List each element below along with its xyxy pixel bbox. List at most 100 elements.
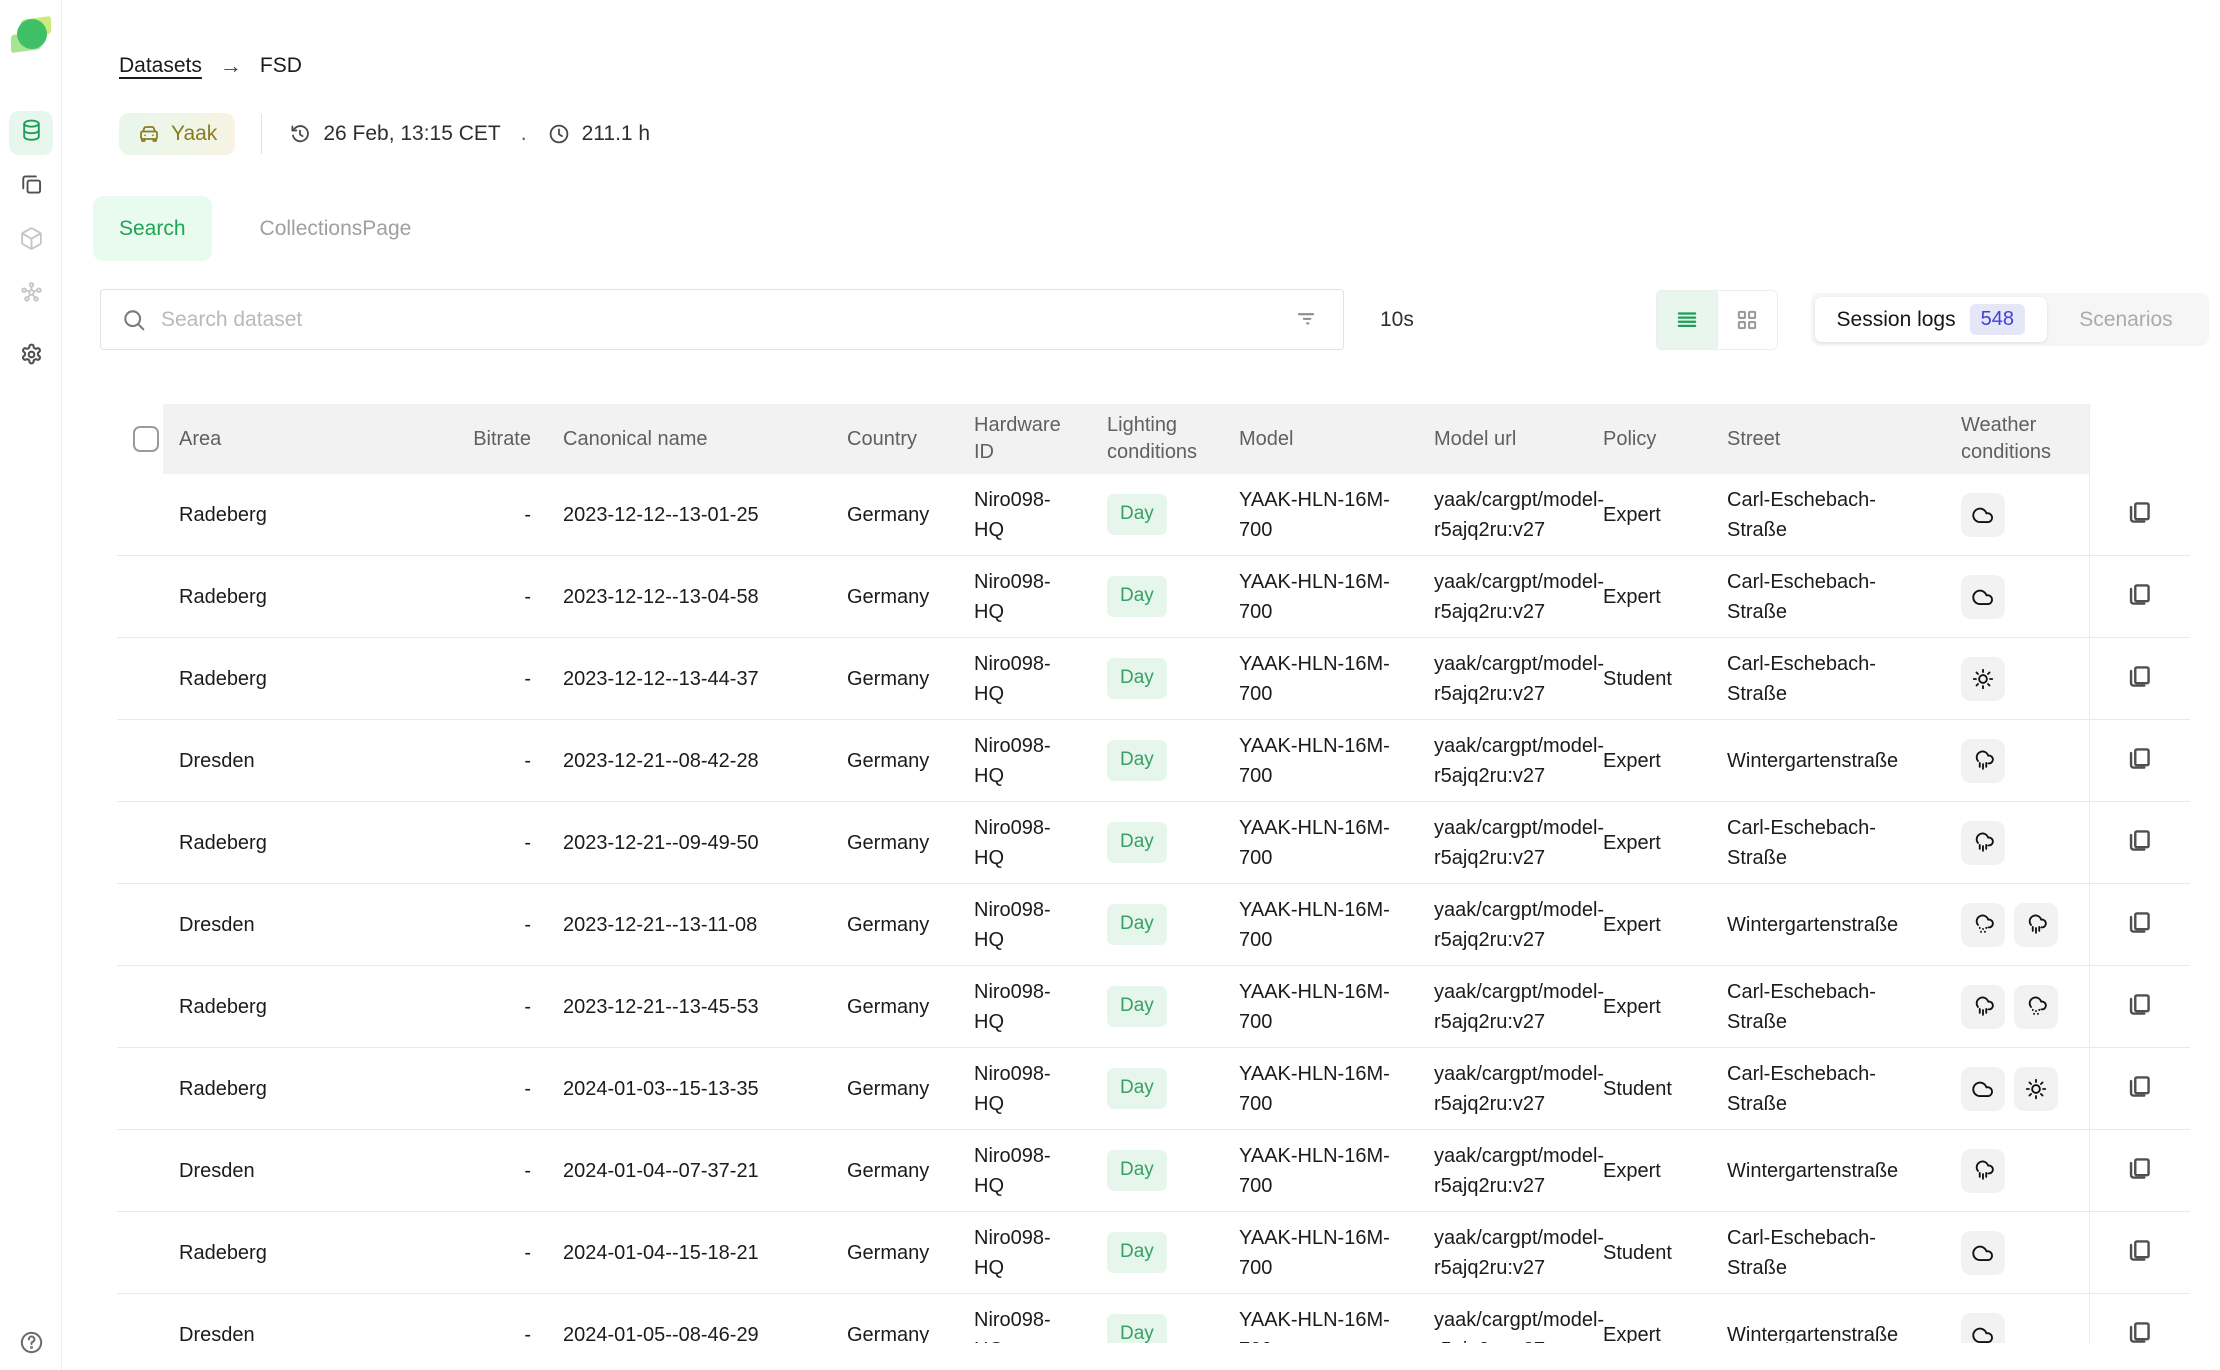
model-url-cell: yaak/cargpt/model-r5ajq2ru:v27 <box>1418 1212 1587 1294</box>
bitrate-cell: - <box>400 1294 547 1344</box>
copy-icon <box>2125 662 2154 691</box>
weather-cell <box>1945 1048 2089 1130</box>
lighting-cell: Day <box>1091 1212 1223 1294</box>
gear-icon <box>19 342 44 372</box>
sidebar-item-graph[interactable] <box>9 273 53 317</box>
policy-cell: Expert <box>1587 966 1711 1048</box>
bitrate-cell: - <box>400 1130 547 1212</box>
copy-icon <box>2125 1154 2154 1183</box>
sidebar-item-packages[interactable] <box>9 219 53 263</box>
country-cell: Germany <box>831 884 958 966</box>
table-body: Radeberg - 2023-12-12--13-01-25 Germany … <box>117 474 2190 1343</box>
model-cell: YAAK-HLN-16M-700 <box>1223 802 1418 884</box>
cloud-icon <box>1961 575 2005 619</box>
model-cell: YAAK-HLN-16M-700 <box>1223 556 1418 638</box>
lighting-badge: Day <box>1107 740 1167 781</box>
street-cell: Carl-Eschebach-Straße <box>1711 1048 1945 1130</box>
page-tabs: Search CollectionsPage <box>93 196 2190 261</box>
table-row[interactable]: Radeberg - 2023-12-12--13-44-37 Germany … <box>117 638 2190 720</box>
total-duration: 211.1 h <box>547 122 651 146</box>
row-select-cell <box>117 720 163 802</box>
list-view-button[interactable] <box>1657 291 1717 349</box>
column-header-lighting-conditions: Lighting conditions <box>1091 404 1223 474</box>
model-url-cell: yaak/cargpt/model-r5ajq2ru:v27 <box>1418 474 1587 556</box>
lighting-badge: Day <box>1107 1232 1167 1273</box>
copy-row-button[interactable] <box>2121 576 2158 613</box>
policy-cell: Expert <box>1587 884 1711 966</box>
street-cell: Wintergartenstraße <box>1711 1130 1945 1212</box>
vehicle-label: Yaak <box>171 122 217 146</box>
column-header-country: Country <box>831 404 958 474</box>
table-row[interactable]: Radeberg - 2024-01-03--15-13-35 Germany … <box>117 1048 2190 1130</box>
model-url-cell: yaak/cargpt/model-r5ajq2ru:v27 <box>1418 1048 1587 1130</box>
table-row[interactable]: Radeberg - 2023-12-21--09-49-50 Germany … <box>117 802 2190 884</box>
weather-cell <box>1945 884 2089 966</box>
scenarios-segment[interactable]: Scenarios <box>2047 297 2205 342</box>
breadcrumb-datasets-link[interactable]: Datasets <box>119 54 202 78</box>
main-content: Datasets → FSD Yaak 26 Feb, 13:15 CET . <box>62 0 2220 1343</box>
filter-icon[interactable] <box>1293 305 1323 335</box>
lighting-badge: Day <box>1107 576 1167 617</box>
area-cell: Radeberg <box>163 1212 400 1294</box>
cloud-drizzle-icon <box>1961 903 2005 947</box>
area-cell: Radeberg <box>163 474 400 556</box>
table-row[interactable]: Dresden - 2023-12-21--13-11-08 Germany N… <box>117 884 2190 966</box>
table-row[interactable]: Radeberg - 2024-01-04--15-18-21 Germany … <box>117 1212 2190 1294</box>
model-url-cell: yaak/cargpt/model-r5ajq2ru:v27 <box>1418 720 1587 802</box>
column-header-street: Street <box>1711 404 1945 474</box>
dataset-table-viewport: Area Bitrate Canonical name Country Hard… <box>117 404 2190 1343</box>
search-input[interactable] <box>161 308 1279 332</box>
sidebar-item-settings[interactable] <box>9 335 53 379</box>
copy-row-button[interactable] <box>2121 1068 2158 1105</box>
table-row[interactable]: Dresden - 2024-01-05--08-46-29 Germany N… <box>117 1294 2190 1344</box>
canonical-name-cell: 2023-12-12--13-04-58 <box>547 556 831 638</box>
select-all-checkbox[interactable] <box>133 426 159 452</box>
clock-icon <box>547 122 571 146</box>
copy-row-button[interactable] <box>2121 986 2158 1023</box>
column-header-hardware-id: Hardware ID <box>958 404 1091 474</box>
copy-row-button[interactable] <box>2121 740 2158 777</box>
divider <box>261 114 262 154</box>
result-type-switch: Session logs 548 Scenarios <box>1811 293 2209 346</box>
lighting-cell: Day <box>1091 556 1223 638</box>
recorded-at: 26 Feb, 13:15 CET <box>288 122 500 146</box>
table-row[interactable]: Radeberg - 2023-12-12--13-01-25 Germany … <box>117 474 2190 556</box>
tab-search[interactable]: Search <box>93 196 212 261</box>
country-cell: Germany <box>831 1212 958 1294</box>
grid-view-button[interactable] <box>1717 291 1777 349</box>
database-icon <box>19 118 44 148</box>
copy-row-button[interactable] <box>2121 1232 2158 1269</box>
sun-icon <box>2014 1067 2058 1111</box>
copy-row-button[interactable] <box>2121 658 2158 695</box>
copy-icon <box>2125 744 2154 773</box>
table-row[interactable]: Dresden - 2024-01-04--07-37-21 Germany N… <box>117 1130 2190 1212</box>
help-icon[interactable] <box>18 1329 45 1356</box>
area-cell: Radeberg <box>163 1048 400 1130</box>
copy-row-button[interactable] <box>2121 1150 2158 1187</box>
sidebar-item-collections[interactable] <box>9 165 53 209</box>
copy-icon <box>2125 1236 2154 1265</box>
table-row[interactable]: Dresden - 2023-12-21--08-42-28 Germany N… <box>117 720 2190 802</box>
lighting-badge: Day <box>1107 658 1167 699</box>
column-header-actions <box>2089 404 2190 474</box>
policy-cell: Expert <box>1587 1294 1711 1344</box>
street-cell: Wintergartenstraße <box>1711 720 1945 802</box>
weather-cell <box>1945 556 2089 638</box>
table-row[interactable]: Radeberg - 2023-12-21--13-45-53 Germany … <box>117 966 2190 1048</box>
model-cell: YAAK-HLN-16M-700 <box>1223 966 1418 1048</box>
model-cell: YAAK-HLN-16M-700 <box>1223 1294 1418 1344</box>
tab-collections-page[interactable]: CollectionsPage <box>234 196 438 261</box>
copy-row-button[interactable] <box>2121 822 2158 859</box>
copy-row-button[interactable] <box>2121 1314 2158 1344</box>
row-select-cell <box>117 802 163 884</box>
copy-row-button[interactable] <box>2121 494 2158 531</box>
lighting-cell: Day <box>1091 1294 1223 1344</box>
app-logo-icon[interactable] <box>10 16 52 54</box>
copy-row-button[interactable] <box>2121 904 2158 941</box>
table-row[interactable]: Radeberg - 2023-12-12--13-04-58 Germany … <box>117 556 2190 638</box>
sidebar-item-datasets[interactable] <box>9 111 53 155</box>
area-cell: Dresden <box>163 884 400 966</box>
session-logs-segment[interactable]: Session logs 548 <box>1815 297 2047 342</box>
bitrate-cell: - <box>400 1048 547 1130</box>
street-cell: Carl-Eschebach-Straße <box>1711 802 1945 884</box>
